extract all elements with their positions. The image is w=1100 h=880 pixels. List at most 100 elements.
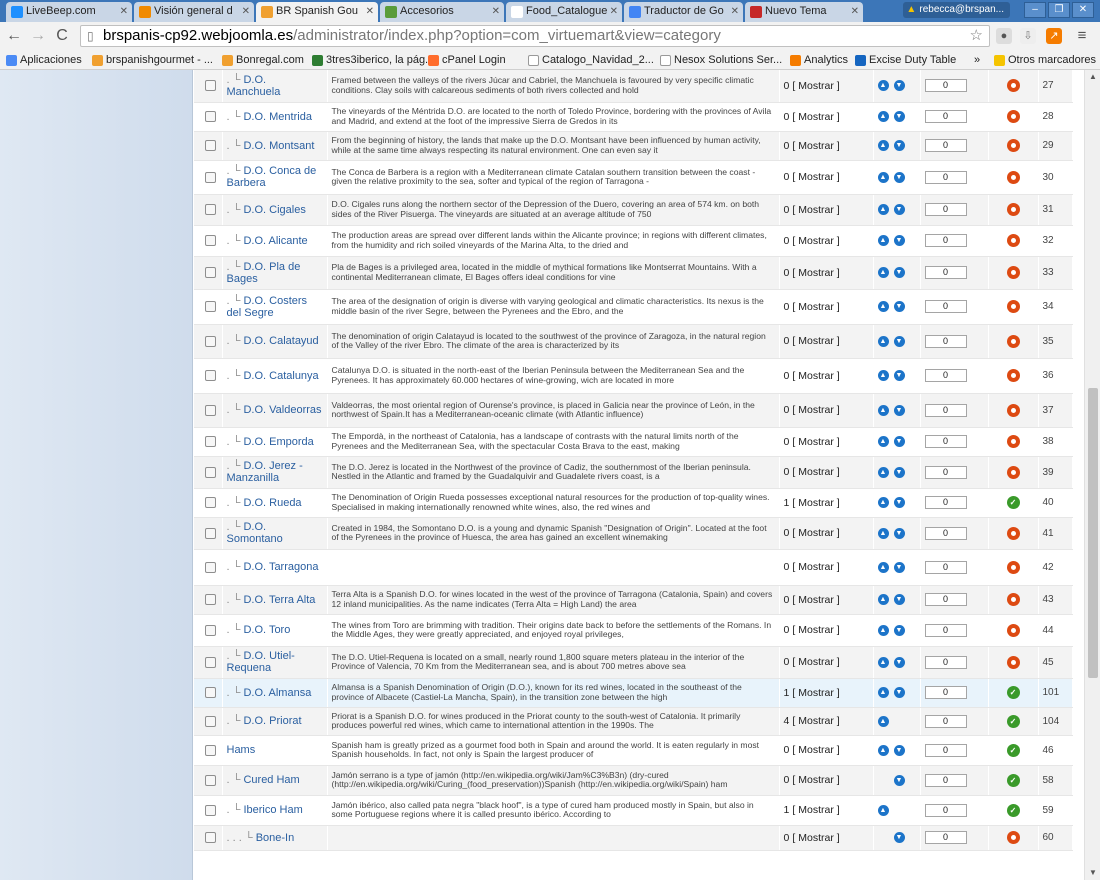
- move-up-icon[interactable]: ▲: [877, 656, 889, 668]
- ordering-input[interactable]: 0: [924, 743, 967, 757]
- move-up-icon[interactable]: ▲: [877, 527, 889, 539]
- move-down-icon[interactable]: ▼: [893, 527, 905, 539]
- move-up-icon[interactable]: ▲: [877, 335, 889, 347]
- ordering-input[interactable]: 0: [924, 831, 967, 844]
- move-down-icon[interactable]: ▼: [893, 561, 905, 573]
- ordering-input[interactable]: 0: [924, 79, 967, 93]
- category-name-link[interactable]: . └ D.O. Emporda: [227, 436, 323, 448]
- category-name-link[interactable]: . └ D.O. Calatayud: [227, 335, 323, 347]
- scroll-down-icon[interactable]: ▼: [1085, 866, 1100, 880]
- show-products-link[interactable]: [ Mostrar ]: [792, 594, 839, 606]
- browser-tab[interactable]: LiveBeep.com ✕: [6, 2, 132, 22]
- move-up-icon[interactable]: ▲: [877, 111, 889, 123]
- ordering-input[interactable]: 0: [924, 403, 967, 417]
- unpublished-icon[interactable]: [1006, 831, 1020, 844]
- browser-tab[interactable]: Traductor de Go ✕: [624, 2, 743, 22]
- show-products-link[interactable]: [ Mostrar ]: [792, 715, 839, 727]
- ordering-input[interactable]: 0: [924, 686, 967, 699]
- extension-icon[interactable]: ●: [996, 28, 1012, 44]
- show-products-link[interactable]: [ Mostrar ]: [792, 774, 839, 786]
- published-check-icon[interactable]: ✓: [1006, 496, 1020, 509]
- published-check-icon[interactable]: ✓: [1006, 686, 1020, 699]
- bookmark-star-icon[interactable]: ☆: [970, 26, 983, 46]
- row-checkbox[interactable]: [205, 204, 216, 216]
- category-name-link[interactable]: . └ D.O. Priorat: [227, 715, 323, 727]
- category-name-link[interactable]: . └ D.O. Valdeorras: [227, 404, 323, 416]
- move-down-icon[interactable]: ▼: [893, 140, 905, 152]
- show-products-link[interactable]: [ Mostrar ]: [792, 497, 839, 509]
- unpublished-icon[interactable]: [1006, 79, 1020, 93]
- browser-tab[interactable]: Nuevo Tema ✕: [745, 2, 863, 22]
- published-check-icon[interactable]: ✓: [1006, 803, 1020, 817]
- scroll-thumb[interactable]: [1088, 388, 1098, 678]
- move-up-icon[interactable]: ▲: [877, 744, 889, 756]
- row-checkbox[interactable]: [205, 594, 216, 606]
- unpublished-icon[interactable]: [1006, 526, 1020, 540]
- ordering-input[interactable]: 0: [924, 369, 967, 382]
- row-checkbox[interactable]: [205, 436, 216, 448]
- show-products-link[interactable]: [ Mostrar ]: [792, 204, 839, 216]
- row-checkbox[interactable]: [205, 656, 216, 668]
- unpublished-icon[interactable]: [1006, 593, 1020, 606]
- ordering-input[interactable]: 0: [924, 496, 967, 509]
- ordering-input[interactable]: 0: [924, 526, 967, 540]
- row-checkbox[interactable]: [205, 832, 216, 844]
- row-checkbox[interactable]: [205, 235, 216, 247]
- show-products-link[interactable]: [ Mostrar ]: [792, 832, 839, 844]
- unpublished-icon[interactable]: [1006, 403, 1020, 417]
- row-checkbox[interactable]: [205, 140, 216, 152]
- move-down-icon[interactable]: ▼: [893, 497, 905, 509]
- row-checkbox[interactable]: [205, 561, 216, 573]
- profile-badge[interactable]: ▲ rebecca@brspan...: [903, 2, 1010, 18]
- move-up-icon[interactable]: ▲: [877, 80, 889, 92]
- show-products-link[interactable]: [ Mostrar ]: [792, 744, 839, 756]
- unpublished-icon[interactable]: [1006, 655, 1020, 669]
- category-name-link[interactable]: . └ Iberico Ham: [227, 804, 323, 816]
- ordering-input[interactable]: 0: [924, 110, 967, 123]
- move-down-icon[interactable]: ▼: [893, 436, 905, 448]
- category-name-link[interactable]: . └ D.O. Utiel-Requena: [227, 650, 323, 674]
- show-products-link[interactable]: [ Mostrar ]: [792, 656, 839, 668]
- bookmark-item[interactable]: brspanishgourmet - ...: [92, 50, 213, 69]
- category-name-link[interactable]: . └ D.O. Montsant: [227, 140, 323, 152]
- show-products-link[interactable]: [ Mostrar ]: [792, 687, 839, 699]
- ordering-input[interactable]: 0: [924, 139, 967, 152]
- unpublished-icon[interactable]: [1006, 465, 1020, 479]
- move-up-icon[interactable]: ▲: [877, 301, 889, 313]
- ordering-input[interactable]: 0: [924, 714, 967, 728]
- bookmark-item[interactable]: Aplicaciones: [6, 50, 82, 69]
- close-window-button[interactable]: ✕: [1072, 2, 1094, 18]
- bookmark-item[interactable]: 3tres3iberico, la pág...: [312, 50, 434, 69]
- scroll-up-icon[interactable]: ▲: [1085, 70, 1100, 84]
- row-checkbox[interactable]: [205, 335, 216, 347]
- move-up-icon[interactable]: ▲: [877, 594, 889, 606]
- category-name-link[interactable]: . └ D.O. Toro: [227, 624, 323, 636]
- category-name-link[interactable]: . └ D.O. Tarragona: [227, 561, 323, 573]
- bookmark-item[interactable]: Bonregal.com: [222, 50, 304, 69]
- category-name-link[interactable]: . └ D.O. Manchuela: [227, 74, 323, 98]
- move-up-icon[interactable]: ▲: [877, 436, 889, 448]
- unpublished-icon[interactable]: [1006, 300, 1020, 313]
- unpublished-icon[interactable]: [1006, 170, 1020, 184]
- row-checkbox[interactable]: [205, 744, 216, 756]
- move-down-icon[interactable]: ▼: [893, 370, 905, 382]
- browser-tab[interactable]: BR Spanish Gou ✕: [256, 2, 378, 22]
- ordering-input[interactable]: 0: [924, 803, 967, 817]
- row-checkbox[interactable]: [205, 80, 216, 92]
- row-checkbox[interactable]: [205, 497, 216, 509]
- unpublished-icon[interactable]: [1006, 234, 1020, 247]
- move-down-icon[interactable]: ▼: [893, 335, 905, 347]
- category-name-link[interactable]: . └ D.O. Cigales: [227, 204, 323, 216]
- browser-tab[interactable]: Accesorios ✕: [380, 2, 504, 22]
- close-tab-icon[interactable]: ✕: [610, 2, 618, 21]
- show-products-link[interactable]: [ Mostrar ]: [792, 561, 839, 573]
- ordering-input[interactable]: 0: [924, 435, 967, 448]
- bookmark-item[interactable]: Analytics: [790, 50, 848, 69]
- category-name-link[interactable]: . └ D.O. Terra Alta: [227, 594, 323, 606]
- unpublished-icon[interactable]: [1006, 369, 1020, 382]
- move-down-icon[interactable]: ▼: [893, 466, 905, 478]
- move-down-icon[interactable]: ▼: [893, 774, 905, 786]
- show-products-link[interactable]: [ Mostrar ]: [792, 804, 839, 816]
- bookmark-item[interactable]: cPanel Login: [428, 50, 506, 69]
- minimize-button[interactable]: –: [1024, 2, 1046, 18]
